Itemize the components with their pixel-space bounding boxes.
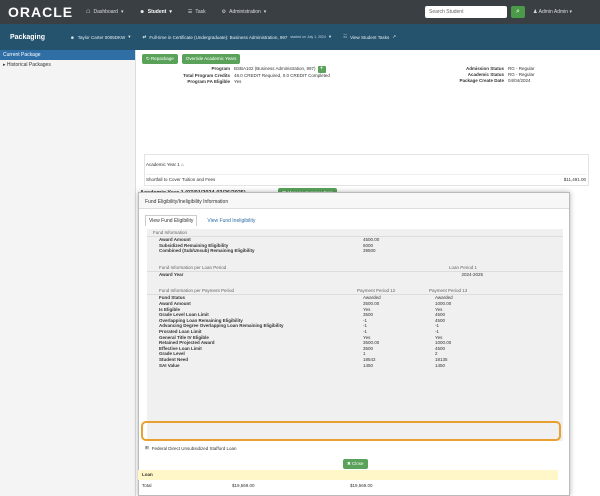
table-row: SAI Value 1450 1450 — [159, 362, 446, 368]
fund-eligibility-details: Fund Information Award Amount 4500.00 Sub… — [147, 229, 563, 441]
task-icon: ☰ — [187, 9, 193, 15]
sidebar-item-historical-packages[interactable]: ▸ Historical Packages — [0, 60, 135, 70]
tab-view-fund-ineligibility[interactable]: View Fund Ineligibility — [203, 215, 260, 226]
student-icon: ☻ — [139, 9, 145, 15]
nav-task[interactable]: ☰ Task — [188, 9, 206, 15]
plus-icon[interactable]: + — [317, 66, 326, 73]
page-title: Packaging — [10, 33, 46, 41]
fund-information-header: Fund Information — [147, 229, 563, 237]
top-navbar: ORACLE ☖ Dashboard ▾ ☻ Student ▾ ☰ Task … — [0, 0, 600, 24]
home-icon: ⌂ — [181, 162, 184, 167]
search-button[interactable]: ⌕ — [511, 6, 525, 18]
close-button[interactable]: ✖ Close — [343, 459, 368, 469]
external-link-icon: ↗ — [392, 34, 397, 39]
program-selector[interactable]: ⇄ Full-time in Certificate (Undergraduat… — [143, 34, 332, 40]
refresh-icon: ↻ — [146, 56, 150, 61]
program-info: Program BSBA102 (Business Administration,… — [183, 66, 330, 84]
user-icon: ♟ — [533, 9, 538, 15]
chevron-down-icon: ▾ — [120, 9, 124, 15]
expand-icon: ⊞ — [145, 445, 149, 450]
payment-period-rows: Fund Status Awarded Awarded Award Amount 350… — [147, 295, 563, 368]
chevron-down-icon: ▾ — [328, 34, 332, 39]
student-search-input[interactable]: Search Student — [425, 6, 507, 18]
fund-eligibility-modal: Fund Eligibility/Ineligibility Informati… — [138, 192, 570, 496]
nav-dashboard[interactable]: ☖ Dashboard ▾ — [86, 9, 123, 15]
student-selector[interactable]: ☻ Taylor Carter 0005DKW ▾ — [70, 34, 131, 40]
search-icon: ⌕ — [516, 8, 520, 15]
dashboard-icon: ☖ — [86, 9, 91, 15]
chevron-down-icon: ▾ — [569, 9, 572, 15]
tasks-icon: ☷ — [343, 34, 348, 39]
user-menu[interactable]: ♟ Admin Admin ▾ — [533, 9, 572, 15]
repackage-button[interactable]: ↻ Repackage — [142, 54, 178, 64]
total-row: Total $19,569.00 $19,569.00 — [142, 483, 373, 488]
tab-view-fund-eligibility[interactable]: View Fund Eligibility — [145, 215, 198, 226]
view-student-tasks-link[interactable]: ☷ View Student Tasks ↗ — [343, 34, 396, 40]
chevron-down-icon: ▾ — [128, 34, 131, 39]
override-academic-years-button[interactable]: Override Academic Years — [181, 54, 241, 64]
chevron-right-icon: ▸ — [3, 62, 6, 68]
nav-administration[interactable]: ⚙ Administration ▾ — [222, 9, 267, 15]
status-info: Admission Status RG - Regular Academic St… — [459, 66, 535, 83]
payment-period-header: Fund Information per Payment Period Paym… — [147, 287, 563, 296]
student-context-bar: Packaging ☻ Taylor Carter 0005DKW ▾ ⇄ Fu… — [0, 24, 600, 50]
federal-loan-row[interactable]: ⊞ Federal Direct Unsubsidized Stafford L… — [145, 445, 237, 451]
loan-section-header: Loan — [138, 470, 558, 480]
program-icon: ⇄ — [142, 34, 147, 39]
tab-academic-year-1[interactable]: Academic Year 1 ⌂ — [146, 162, 184, 167]
close-icon: ✖ — [347, 461, 351, 466]
sidebar-item-current-package[interactable]: Current Package — [0, 50, 135, 60]
loan-period-header: Fund Information per Loan Period Loan Pe… — [147, 264, 563, 272]
shortfall-row: Shortfall to Cover Tuition and Fees $11,… — [146, 174, 586, 182]
student-icon: ☻ — [70, 34, 75, 40]
need-sai-highlight-box — [141, 421, 561, 441]
chevron-down-icon: ▾ — [169, 9, 172, 15]
gear-icon: ⚙ — [221, 9, 227, 15]
loan-summary: Loan Total $19,569.00 $19,569.00 — [138, 470, 558, 496]
sidebar: Current Package ▸ Historical Packages — [0, 50, 136, 496]
modal-title: Fund Eligibility/Ineligibility Informati… — [139, 193, 569, 209]
nav-student[interactable]: ☻ Student ▾ — [139, 9, 171, 15]
oracle-logo: ORACLE — [8, 4, 74, 20]
chevron-down-icon: ▾ — [263, 9, 267, 15]
